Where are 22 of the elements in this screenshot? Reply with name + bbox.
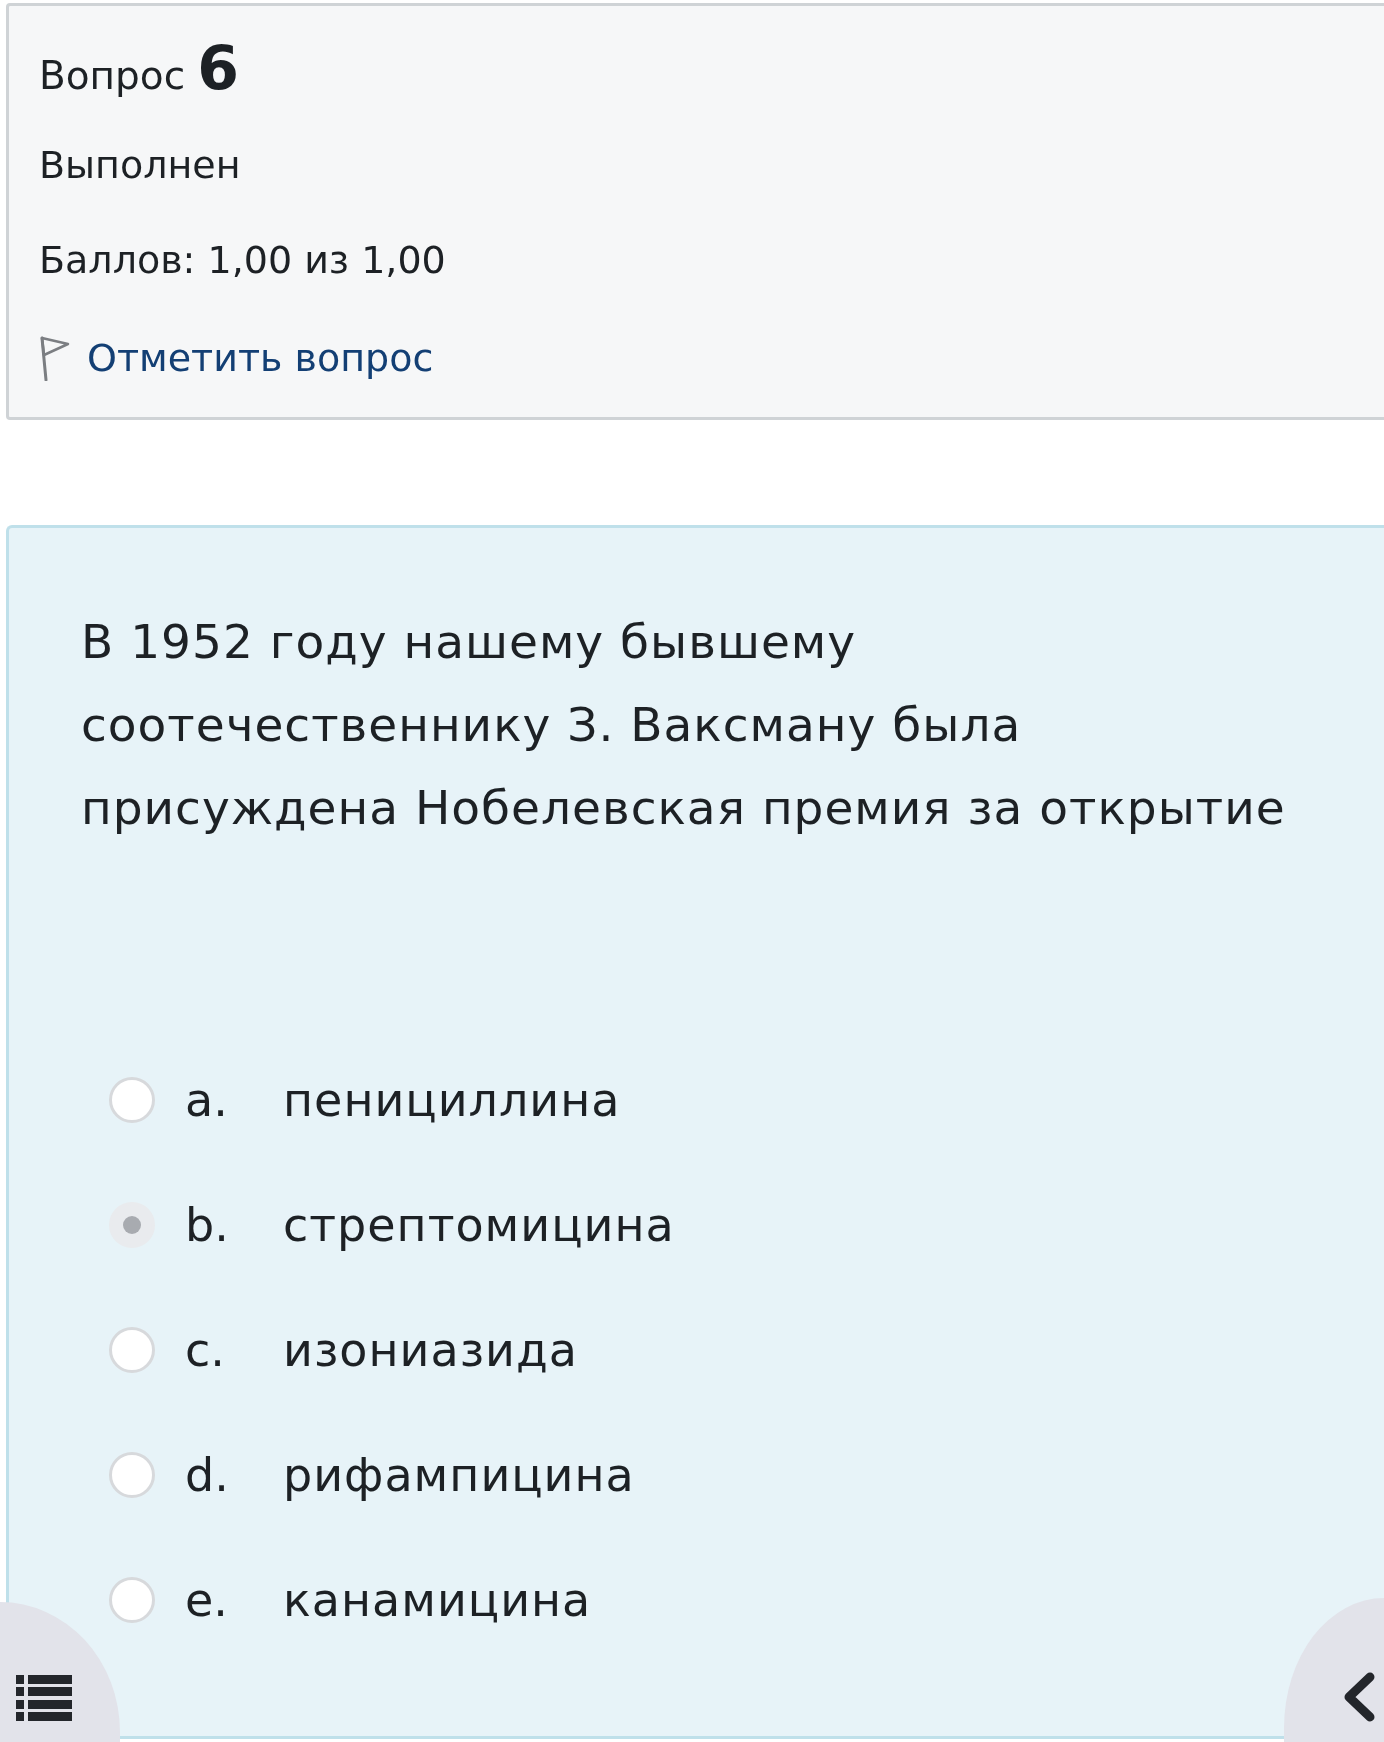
radio-button[interactable] [109,1451,155,1498]
question-text: В 1952 году нашему бывшему соотечественнику З. Ваксману была присуждена Нобелевская премия за открытие [81,613,1287,837]
option-letter: d. [185,1446,230,1504]
question-label: Вопрос [39,52,186,100]
grade-text: Баллов: 1,00 из 1,00 [39,237,446,284]
flag-link[interactable]: Отметить вопрос [39,333,434,383]
option-letter: e. [185,1571,229,1629]
status-text: Выполнен [39,142,241,189]
option-label[interactable]: пенициллина [283,1069,621,1130]
option-label[interactable]: канамицина [283,1569,592,1630]
radio-button[interactable] [109,1326,155,1373]
option-letter: a. [185,1071,229,1129]
option-label[interactable]: рифампицина [283,1444,635,1505]
option-letter: c. [185,1321,226,1379]
radio-button[interactable] [109,1576,155,1623]
radio-button[interactable] [109,1076,155,1123]
option-label[interactable]: стрептомицина [283,1194,675,1255]
question-number: 6 [197,36,239,100]
radio-button[interactable] [109,1201,155,1248]
list-icon [16,1675,72,1721]
option-label[interactable]: изониазида [283,1319,578,1380]
option-letter: b. [185,1196,230,1254]
